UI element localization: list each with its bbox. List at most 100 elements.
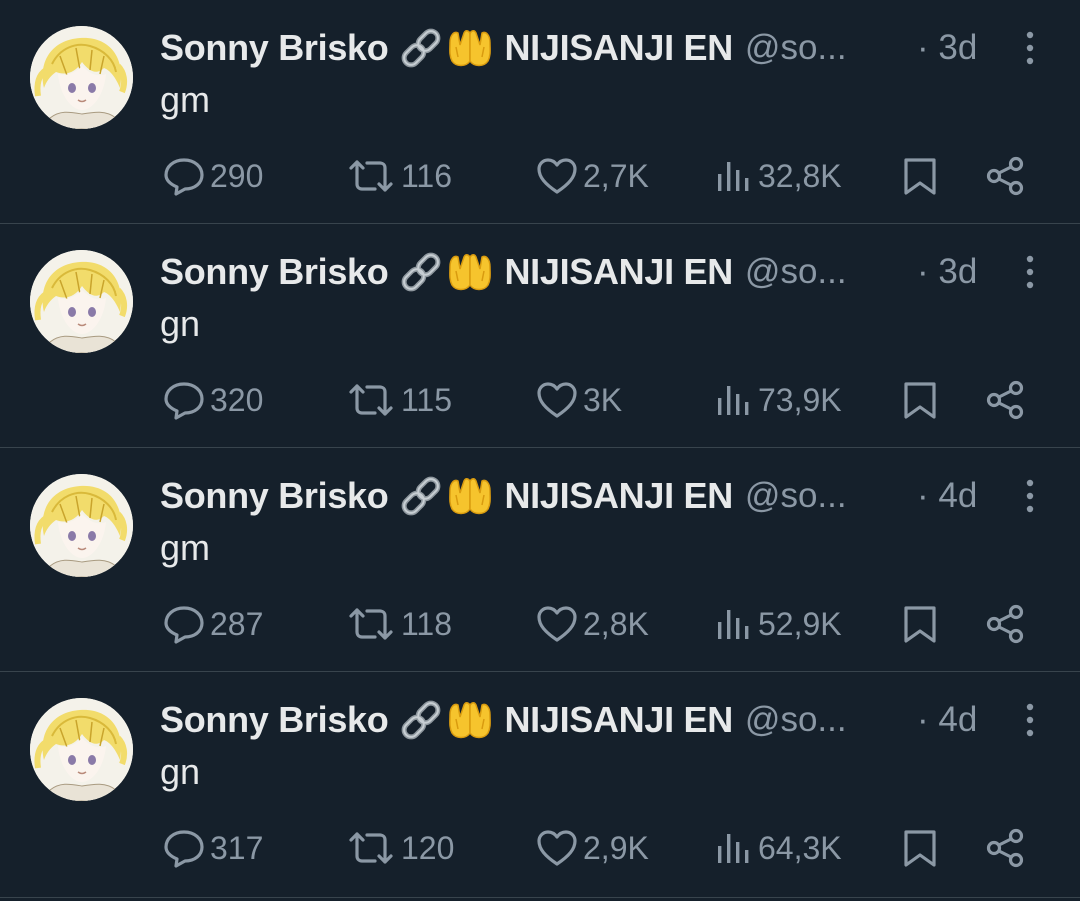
- retweet-button[interactable]: 116: [345, 152, 452, 200]
- tweet-actions: 290 116 2,7K 32,8K: [0, 152, 1080, 200]
- like-button[interactable]: 2,8K: [535, 600, 649, 648]
- speech-bubble-icon: [164, 158, 204, 196]
- link-emoji: [398, 700, 444, 740]
- retweet-arrows-icon: [349, 832, 393, 864]
- heart-icon: [537, 830, 577, 866]
- views-button[interactable]: 64,3K: [714, 824, 842, 872]
- tweet-header: Sonny Brisko NIJISANJI EN @so...: [160, 696, 920, 744]
- share-button[interactable]: [985, 376, 1027, 424]
- bookmark-icon: [904, 830, 936, 867]
- like-button[interactable]: 2,7K: [535, 152, 649, 200]
- reply-button[interactable]: 317: [162, 824, 263, 872]
- tweet-actions: 320 115 3K 73,9K: [0, 376, 1080, 424]
- tweet-timestamp[interactable]: · 3d: [917, 24, 977, 72]
- affiliation-label[interactable]: NIJISANJI EN: [504, 475, 733, 517]
- avatar[interactable]: [30, 474, 133, 577]
- reply-button[interactable]: 320: [162, 376, 263, 424]
- tweet[interactable]: Sonny Brisko: [0, 0, 1080, 224]
- more-options-button[interactable]: [1012, 252, 1048, 292]
- vertical-ellipsis-icon: [1026, 255, 1034, 289]
- display-name[interactable]: Sonny Brisko: [160, 475, 389, 517]
- display-name[interactable]: Sonny Brisko: [160, 27, 389, 69]
- more-options-button[interactable]: [1012, 476, 1048, 516]
- retweet-button[interactable]: 115: [345, 376, 452, 424]
- views-count: 73,9K: [758, 381, 842, 418]
- display-name[interactable]: Sonny Brisko: [160, 699, 389, 741]
- tweet-header: Sonny Brisko NIJISANJI EN @so...: [160, 248, 920, 296]
- vertical-ellipsis-icon: [1026, 703, 1034, 737]
- avatar[interactable]: [30, 250, 133, 353]
- affiliation-label[interactable]: NIJISANJI EN: [504, 27, 733, 69]
- retweet-count: 120: [401, 829, 455, 866]
- reply-count: 320: [210, 381, 264, 418]
- user-handle[interactable]: @so...: [745, 252, 847, 292]
- tweet[interactable]: Sonny Brisko: [0, 448, 1080, 672]
- views-count: 64,3K: [758, 829, 842, 866]
- bookmark-button[interactable]: [902, 152, 938, 200]
- heart-icon: [537, 158, 577, 194]
- share-button[interactable]: [985, 600, 1027, 648]
- user-handle[interactable]: @so...: [745, 700, 847, 740]
- retweet-arrows-icon: [349, 384, 393, 416]
- retweet-count: 118: [401, 605, 453, 642]
- link-emoji: [398, 252, 444, 292]
- share-nodes-icon: [986, 604, 1024, 644]
- bar-chart-icon: [718, 834, 749, 863]
- tweet-timestamp[interactable]: · 4d: [917, 472, 977, 520]
- speech-bubble-icon: [164, 830, 204, 868]
- bookmark-button[interactable]: [902, 600, 938, 648]
- views-button[interactable]: 52,9K: [714, 600, 842, 648]
- affiliation-label[interactable]: NIJISANJI EN: [504, 699, 733, 741]
- like-count: 2,9K: [583, 829, 649, 866]
- retweet-count: 115: [401, 381, 453, 418]
- palms-up-together-emoji: [446, 699, 494, 741]
- tweet-text: gm: [160, 527, 211, 568]
- views-count: 32,8K: [758, 157, 842, 194]
- reply-button[interactable]: 287: [162, 600, 263, 648]
- more-options-button[interactable]: [1012, 28, 1048, 68]
- tweet-timestamp[interactable]: · 3d: [917, 248, 977, 296]
- speech-bubble-icon: [164, 606, 204, 644]
- palms-up-together-emoji: [446, 251, 494, 293]
- like-button[interactable]: 2,9K: [535, 824, 649, 872]
- bookmark-button[interactable]: [902, 376, 938, 424]
- heart-icon: [537, 382, 577, 418]
- heart-icon: [537, 606, 577, 642]
- retweet-button[interactable]: 120: [345, 824, 454, 872]
- tweet-actions: 287 118 2,8K 52,9K: [0, 600, 1080, 648]
- tweet-text: gn: [160, 303, 201, 344]
- avatar[interactable]: [30, 698, 133, 801]
- user-handle[interactable]: @so...: [745, 28, 847, 68]
- tweet[interactable]: Sonny Brisko: [0, 224, 1080, 448]
- retweet-button[interactable]: 118: [345, 600, 452, 648]
- avatar[interactable]: [30, 26, 133, 129]
- views-button[interactable]: 73,9K: [714, 376, 842, 424]
- bookmark-button[interactable]: [902, 824, 938, 872]
- reply-count: 290: [210, 157, 264, 194]
- tweet-text: gn: [160, 751, 201, 792]
- bar-chart-icon: [718, 386, 749, 415]
- views-count: 52,9K: [758, 605, 842, 642]
- link-emoji: [398, 476, 444, 516]
- bar-chart-icon: [718, 162, 749, 191]
- share-nodes-icon: [986, 380, 1024, 420]
- share-button[interactable]: [985, 152, 1027, 200]
- bar-chart-icon: [718, 610, 749, 639]
- link-emoji: [398, 28, 444, 68]
- views-button[interactable]: 32,8K: [714, 152, 842, 200]
- like-button[interactable]: 3K: [535, 376, 622, 424]
- vertical-ellipsis-icon: [1026, 479, 1034, 513]
- share-button[interactable]: [985, 824, 1027, 872]
- display-name[interactable]: Sonny Brisko: [160, 251, 389, 293]
- reply-button[interactable]: 290: [162, 152, 263, 200]
- tweet[interactable]: Sonny Brisko: [0, 672, 1080, 898]
- user-handle[interactable]: @so...: [745, 476, 847, 516]
- like-count: 2,7K: [583, 157, 649, 194]
- retweet-arrows-icon: [349, 160, 393, 192]
- timeline-feed: Sonny Brisko NIJISANJI EN @so... · 3d gm…: [0, 0, 1080, 901]
- bookmark-icon: [904, 158, 936, 195]
- tweet-timestamp[interactable]: · 4d: [917, 696, 977, 744]
- affiliation-label[interactable]: NIJISANJI EN: [504, 251, 733, 293]
- tweet-actions: 317 120 2,9K 64,3K: [0, 824, 1080, 872]
- more-options-button[interactable]: [1012, 700, 1048, 740]
